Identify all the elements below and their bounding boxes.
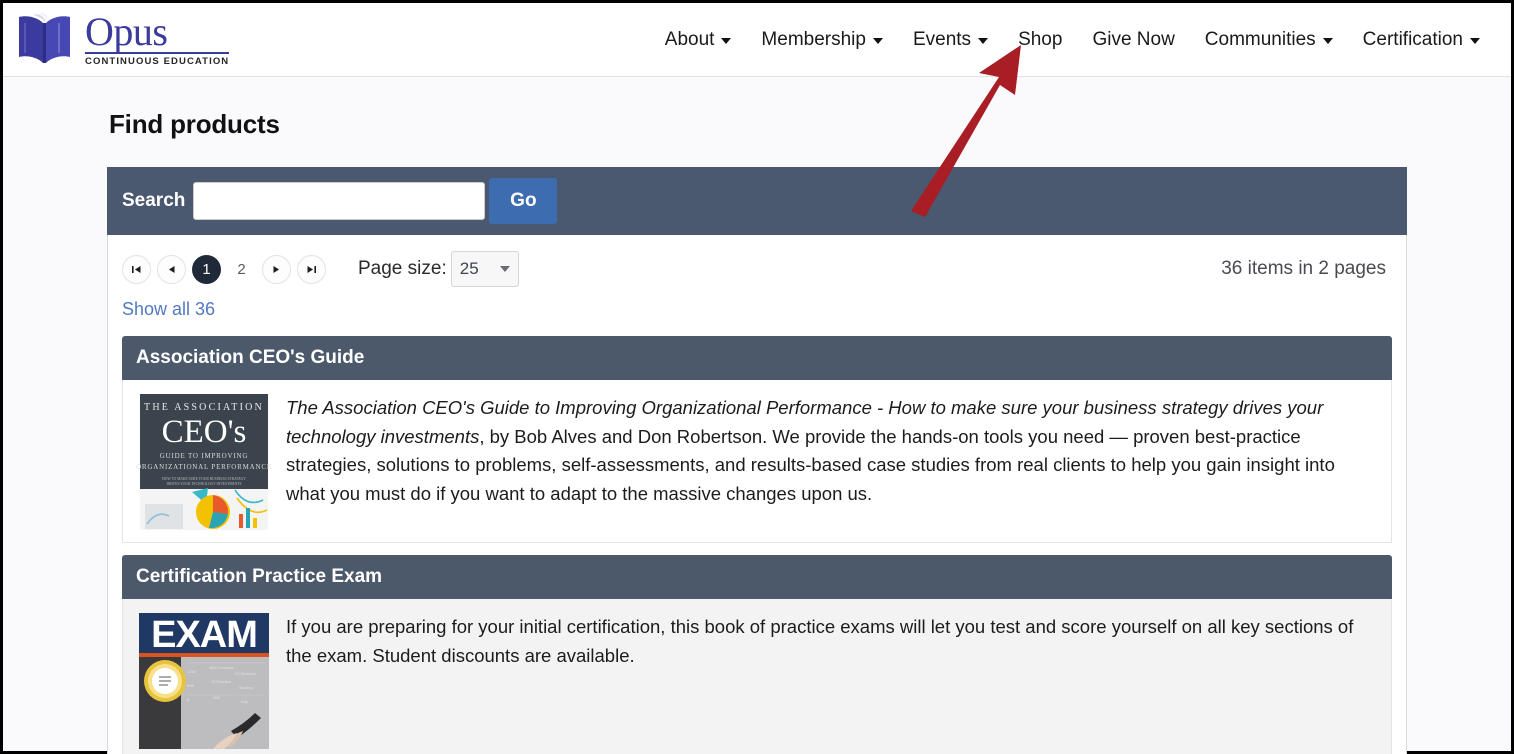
svg-text:GUIDE TO IMPROVING: GUIDE TO IMPROVING	[160, 452, 248, 460]
svg-text:DRIVES YOUR TECHNOLOGY INVESTM: DRIVES YOUR TECHNOLOGY INVESTMENTS	[166, 482, 241, 486]
prev-page-button[interactable]	[157, 254, 186, 284]
product-description: The Association CEO's Guide to Improving…	[286, 392, 1379, 530]
nav-label: Certification	[1362, 28, 1463, 50]
page-size-label: Page size:	[358, 258, 447, 279]
pagination-controls: 1 2	[122, 254, 326, 284]
nav-item-membership[interactable]: Membership	[746, 23, 898, 57]
svg-text:THE ASSOCIATION: THE ASSOCIATION	[144, 402, 264, 413]
page-title: Find products	[109, 109, 280, 139]
pagination-bar: 1 2 Page size: 25 36 items in 2 pages	[108, 235, 1406, 287]
chevron-down-icon	[1470, 38, 1480, 44]
product-row: THE ASSOCIATION CEO's GUIDE TO IMPROVING…	[122, 380, 1392, 543]
chevron-down-icon	[872, 38, 883, 44]
svg-text:Key: Key	[241, 699, 248, 704]
nav-item-give-now[interactable]: Give Now	[1077, 23, 1189, 57]
nav-label: About	[664, 28, 715, 50]
brand-name: Opus	[85, 8, 168, 54]
book-cover-ceos-guide-icon: THE ASSOCIATION CEO's GUIDE TO IMPROVING…	[135, 392, 273, 530]
last-page-icon	[307, 265, 316, 273]
nav-item-events[interactable]: Events	[898, 23, 1003, 57]
svg-text:12 Practice: 12 Practice	[211, 679, 232, 684]
search-input[interactable]	[193, 182, 486, 220]
nav-item-communities[interactable]: Communities	[1190, 23, 1348, 57]
product-title[interactable]: Certification Practice Exam	[122, 555, 1392, 599]
svg-text:Scoring: Scoring	[239, 685, 253, 690]
product-group-ceos-guide: Association CEO's Guide THE ASSOCIATION …	[122, 336, 1392, 543]
svg-text:23 Sections: 23 Sections	[235, 671, 256, 676]
chevron-down-icon	[721, 38, 732, 44]
svg-text:300: 300	[213, 695, 220, 700]
nav-label: Shop	[1018, 28, 1063, 50]
last-page-button[interactable]	[297, 254, 326, 284]
page-size-select[interactable]: 25	[450, 251, 519, 287]
nav-label: Membership	[761, 28, 866, 50]
svg-text:HOW TO MAKE SURE YOUR BUSINESS: HOW TO MAKE SURE YOUR BUSINESS STRATEGY	[162, 477, 246, 481]
first-page-icon	[132, 265, 141, 273]
next-page-icon	[273, 265, 279, 273]
svg-text:EXAM: EXAM	[151, 614, 257, 656]
chevron-down-icon	[978, 38, 989, 44]
nav-label: Communities	[1204, 28, 1316, 50]
items-summary: 36 items in 2 pages	[1221, 258, 1386, 279]
prev-page-icon	[169, 265, 175, 273]
chevron-down-icon	[1322, 38, 1333, 44]
product-group-certification-practice-exam: Certification Practice Exam EXAM 1250 45…	[122, 555, 1392, 754]
svg-text:808: 808	[187, 683, 194, 688]
site-header: Opus CONTINUOUS EDUCATION About Membersh…	[3, 3, 1511, 77]
product-description-rest: If you are preparing for your initial ce…	[286, 616, 1354, 666]
nav-item-about[interactable]: About	[650, 23, 747, 57]
svg-text:CEO's: CEO's	[162, 414, 247, 450]
nav-item-shop[interactable]: Shop	[1003, 23, 1077, 57]
product-list: Association CEO's Guide THE ASSOCIATION …	[108, 320, 1406, 754]
search-go-button[interactable]: Go	[489, 178, 558, 224]
search-panel: Search Go	[107, 167, 1407, 235]
product-row: EXAM 1250 455 Formulas 23 Sections 808 12 …	[122, 599, 1392, 754]
next-page-button[interactable]	[262, 254, 291, 284]
brand-tagline: CONTINUOUS EDUCATION	[85, 55, 230, 67]
svg-text:455 Formulas: 455 Formulas	[209, 665, 233, 670]
brand-rule	[85, 51, 230, 54]
nav-label: Give Now	[1092, 28, 1175, 50]
page-size-value: 25	[459, 259, 479, 278]
page-number-2[interactable]: 2	[227, 255, 256, 284]
open-book-icon	[13, 11, 79, 69]
svg-text:A: A	[187, 697, 190, 702]
page-body: Find products Search Go 1 2 Page size: 2…	[3, 77, 1511, 754]
product-description: If you are preparing for your initial ce…	[286, 611, 1379, 749]
book-cover-exam-icon: EXAM 1250 455 Formulas 23 Sections 808 12 …	[135, 611, 273, 749]
show-all-link[interactable]: Show all 36	[108, 287, 1406, 320]
results-panel: 1 2 Page size: 25 36 items in 2 pages Sh…	[107, 235, 1407, 754]
main-navigation: About Membership Events Shop Give Now Co…	[650, 23, 1511, 57]
search-label: Search	[122, 190, 186, 211]
site-logo[interactable]: Opus CONTINUOUS EDUCATION	[3, 8, 230, 69]
svg-text:1250: 1250	[187, 669, 197, 674]
nav-item-certification[interactable]: Certification	[1348, 23, 1495, 57]
page-number-1[interactable]: 1	[192, 254, 221, 284]
svg-text:ORGANIZATIONAL PERFORMANCE: ORGANIZATIONAL PERFORMANCE	[136, 463, 272, 471]
chevron-down-icon	[499, 266, 510, 272]
first-page-button[interactable]	[122, 254, 151, 284]
nav-label: Events	[912, 28, 972, 50]
product-title[interactable]: Association CEO's Guide	[122, 336, 1392, 380]
